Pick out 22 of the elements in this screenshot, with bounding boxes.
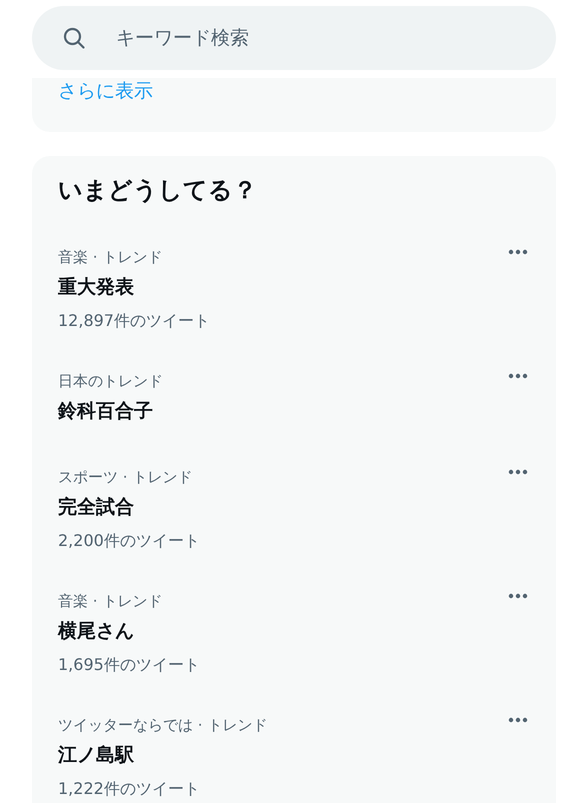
more-icon[interactable] — [506, 591, 530, 601]
tweet-count: 1,222件のツイート — [58, 778, 200, 800]
panel-title: いまどうしてる？ — [57, 175, 258, 206]
trend-context: ツイッターならでは · トレンド — [58, 715, 268, 736]
more-icon[interactable] — [506, 247, 530, 257]
trend-context: 日本のトレンド — [58, 371, 163, 392]
tweet-count: 2,200件のツイート — [58, 530, 200, 552]
trend-context: 音楽 · トレンド — [58, 591, 162, 612]
more-icon[interactable] — [506, 715, 530, 725]
trend-context: スポーツ · トレンド — [58, 467, 192, 488]
tweet-count: 12,897件のツイート — [58, 310, 210, 332]
trend-name[interactable]: 横尾さん — [58, 613, 134, 649]
trend-name[interactable]: 鈴科百合子 — [58, 393, 153, 429]
trend-name[interactable]: 重大発表 — [58, 269, 134, 305]
trend-context: 音楽 · トレンド — [58, 247, 162, 268]
tweet-count: 1,695件のツイート — [58, 654, 200, 676]
more-icon[interactable] — [506, 467, 530, 477]
more-icon[interactable] — [506, 371, 530, 381]
trend-name[interactable]: 完全試合 — [58, 489, 134, 525]
trend-name[interactable]: 江ノ島駅 — [58, 737, 134, 773]
search-icon — [62, 26, 86, 50]
search-field[interactable]: キーワード検索 — [32, 6, 556, 70]
